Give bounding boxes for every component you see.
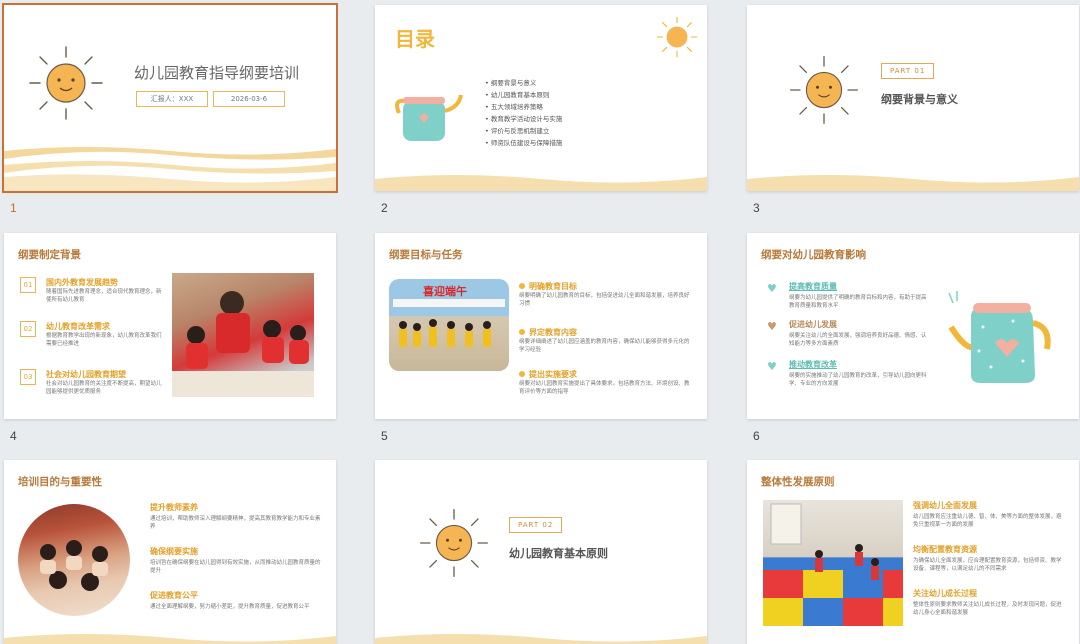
point-body: 纲要对幼儿园教育实施提出了具体要求，包括教育方法、环境创设、教育评价等方面的指导 xyxy=(519,381,690,395)
slide-thumbnail-1[interactable]: 幼儿园教育指导纲要培训 汇报人：XXX 2026-03-6 1 xyxy=(2,3,338,215)
point-body: 纲要明确了幼儿园教育的目标，包括促进幼儿全面和谐发展，培养良好习惯 xyxy=(519,293,690,307)
part-label: PART 01 xyxy=(881,63,935,79)
date-label: 2026-03-6 xyxy=(213,91,285,107)
point-body: 通过全面理解纲要，努力缩小差距，提升教育质量，促进教育公平 xyxy=(150,604,310,610)
toc-item: • 师资队伍建设与保障措施 xyxy=(485,139,563,147)
bullet-dot xyxy=(519,283,525,289)
slide-thumbnail-6[interactable]: 纲要对幼儿园教育影响 ♥ 提高教育质量 纲要为幼儿园提供了明确的教育目标和内容，… xyxy=(747,233,1079,443)
point-heading: 幼儿教育改革需求 xyxy=(46,322,110,331)
wave-decoration xyxy=(747,175,1079,191)
slide-title: 幼儿园教育指导纲要培训 xyxy=(134,64,300,82)
point-body: 社会对幼儿园教育的关注度不断提高，期望幼儿园能够提供更优质服务 xyxy=(46,381,162,395)
point-body: 幼儿园教育应注重幼儿德、智、体、美等方面的整体发展，避免只重视某一方面的发展 xyxy=(913,514,1062,528)
heart-icon: ♥ xyxy=(767,282,777,295)
toc-item: • 幼儿园教育基本原则 xyxy=(485,91,550,99)
playroom-photo xyxy=(763,500,903,626)
wave-decoration xyxy=(4,634,336,644)
point-heading: 均衡配置教育资源 xyxy=(913,545,977,554)
point-heading: 提高教育质量 xyxy=(789,282,837,291)
point-heading: 关注幼儿成长过程 xyxy=(913,589,977,598)
slide-canvas: PART 01 纲要背景与意义 xyxy=(747,5,1079,191)
slide-thumbnail-7[interactable]: 培训目的与重要性 提升教师素养 通过培训，帮助教师深入理解纲要精神，提高其教育教… xyxy=(4,460,336,644)
point-body: 随着国际先进教育理念，适合现代教育理念，新使所有幼儿教育 xyxy=(46,289,162,303)
slide-canvas: 纲要制定背景 01 国内外教育发展趋势 随着国际先进教育理念，适合现代教育理念，… xyxy=(4,233,336,419)
point-body: 通过培训，帮助教师深入理解纲要精神，提高其教育教学能力和专业素养 xyxy=(150,516,321,530)
sun-icon xyxy=(656,16,698,58)
point-body: 整体性原则要求教师关注幼儿成长过程，及时发现问题，促进幼儿身心全面和谐发展 xyxy=(913,602,1062,616)
point-heading: 强调幼儿全面发展 xyxy=(913,501,977,510)
bullet-dot xyxy=(519,329,525,335)
toc-item: • 教育教学活动设计与实施 xyxy=(485,115,563,123)
festival-photo: 喜迎端午 xyxy=(389,279,509,371)
section-title: 纲要背景与意义 xyxy=(881,93,958,106)
toc-item: • 评价与反思机制建立 xyxy=(485,127,550,135)
sun-icon xyxy=(790,56,858,124)
training-photo xyxy=(18,504,130,616)
heart-icon: ♥ xyxy=(767,320,777,333)
slide-canvas: 幼儿园教育指导纲要培训 汇报人：XXX 2026-03-6 xyxy=(2,3,338,193)
point-number: 01 xyxy=(20,277,36,293)
wave-decoration xyxy=(4,147,336,191)
slide-canvas: 纲要对幼儿园教育影响 ♥ 提高教育质量 纲要为幼儿园提供了明确的教育目标和内容，… xyxy=(747,233,1079,419)
reporter-label: 汇报人：XXX xyxy=(136,91,208,107)
point-body: 纲要详细阐述了幼儿园应涵盖的教育内容，确保幼儿能够获得多元化的学习经验 xyxy=(519,339,690,353)
point-heading: 促进教育公平 xyxy=(150,591,198,600)
point-heading: 提升教师素养 xyxy=(150,503,198,512)
slide-thumbnail-9[interactable]: 整体性发展原则 强调幼儿全面发展 幼儿园教育应注重幼儿德、智、体、美等方面的整体… xyxy=(747,460,1079,644)
point-body: 培训旨在确保纲要在幼儿园得到有效实施，从而推动幼儿园教育质量的提升 xyxy=(150,560,321,574)
slide-canvas: PART 02 幼儿园教育基本原则 xyxy=(375,460,707,644)
point-heading: 国内外教育发展趋势 xyxy=(46,278,118,287)
toc-item: • 五大领域培养策略 xyxy=(485,103,543,111)
bullet-dot xyxy=(519,371,525,377)
point-heading: 明确教育目标 xyxy=(529,282,577,291)
slide-number: 6 xyxy=(753,429,760,443)
point-heading: 界定教育内容 xyxy=(529,328,577,337)
teapot-icon xyxy=(395,94,463,141)
slide-canvas: 培训目的与重要性 提升教师素养 通过培训，帮助教师深入理解纲要精神，提高其教育教… xyxy=(4,460,336,644)
teapot-icon xyxy=(948,291,1051,383)
slide-thumbnail-3[interactable]: PART 01 纲要背景与意义 3 xyxy=(747,5,1079,215)
slide-sorter-grid: 幼儿园教育指导纲要培训 汇报人：XXX 2026-03-6 1 目录 • 纲要背… xyxy=(0,0,1080,644)
point-heading: 推动教育改革 xyxy=(789,360,837,369)
slide-thumbnail-2[interactable]: 目录 • 纲要背景与意义 • 幼儿园教育基本原则 • 五大领域培养策略 • 教育… xyxy=(375,5,707,215)
point-body: 纲要关注幼儿的全面发展，强调培养良好品德、情感、认知能力等多方面素质 xyxy=(789,333,927,347)
slide-thumbnail-4[interactable]: 纲要制定背景 01 国内外教育发展趋势 随着国际先进教育理念，适合现代教育理念，… xyxy=(4,233,336,443)
point-number: 02 xyxy=(20,321,36,337)
wave-decoration xyxy=(375,175,707,191)
slide-number: 2 xyxy=(381,201,388,215)
slide-number: 3 xyxy=(753,201,760,215)
point-number: 03 xyxy=(20,369,36,385)
part-label: PART 02 xyxy=(509,517,563,533)
point-heading: 确保纲要实施 xyxy=(150,547,198,556)
slide-title: 纲要目标与任务 xyxy=(389,249,463,261)
point-heading: 社会对幼儿园教育期望 xyxy=(46,370,126,379)
section-title: 幼儿园教育基本原则 xyxy=(509,547,608,560)
point-body: 纲要的实施推动了幼儿园教育的改革，引导幼儿园向更科学、专业的方向发展 xyxy=(789,373,927,387)
slide-canvas: 目录 • 纲要背景与意义 • 幼儿园教育基本原则 • 五大领域培养策略 • 教育… xyxy=(375,5,707,191)
slide-number: 4 xyxy=(10,429,17,443)
toc-title: 目录 xyxy=(395,27,435,51)
toc-item: • 纲要背景与意义 xyxy=(485,79,537,87)
sun-icon xyxy=(29,46,103,120)
slide-title: 培训目的与重要性 xyxy=(18,476,102,488)
classroom-photo xyxy=(172,273,314,397)
point-heading: 促进幼儿发展 xyxy=(789,320,837,329)
point-body: 纲要为幼儿园提供了明确的教育目标和内容，有助于提高教育质量和教育水平 xyxy=(789,295,927,309)
point-body: 为确保幼儿全面发展，应合理配置教育资源，包括师资、教学设备、课程等，以满足幼儿的… xyxy=(913,558,1062,572)
sun-icon xyxy=(420,509,488,577)
slide-number: 5 xyxy=(381,429,388,443)
point-heading: 提出实施要求 xyxy=(529,370,577,379)
wave-decoration xyxy=(375,634,707,644)
slide-thumbnail-5[interactable]: 纲要目标与任务 喜迎端午 明确教育目标 纲要明确了幼儿园教育的目标，包括促进幼儿… xyxy=(375,233,707,443)
slide-number: 1 xyxy=(10,201,17,215)
slide-thumbnail-8[interactable]: PART 02 幼儿园教育基本原则 xyxy=(375,460,707,644)
point-body: 根据教育教学出现的新现象，幼儿教育改革我们需要已经推进 xyxy=(46,333,162,347)
heart-icon: ♥ xyxy=(767,360,777,373)
slide-canvas: 整体性发展原则 强调幼儿全面发展 幼儿园教育应注重幼儿德、智、体、美等方面的整体… xyxy=(747,460,1079,644)
slide-title: 纲要制定背景 xyxy=(18,249,81,261)
slide-title: 整体性发展原则 xyxy=(761,476,835,488)
slide-title: 纲要对幼儿园教育影响 xyxy=(761,249,866,261)
slide-canvas: 纲要目标与任务 喜迎端午 明确教育目标 纲要明确了幼儿园教育的目标，包括促进幼儿… xyxy=(375,233,707,419)
